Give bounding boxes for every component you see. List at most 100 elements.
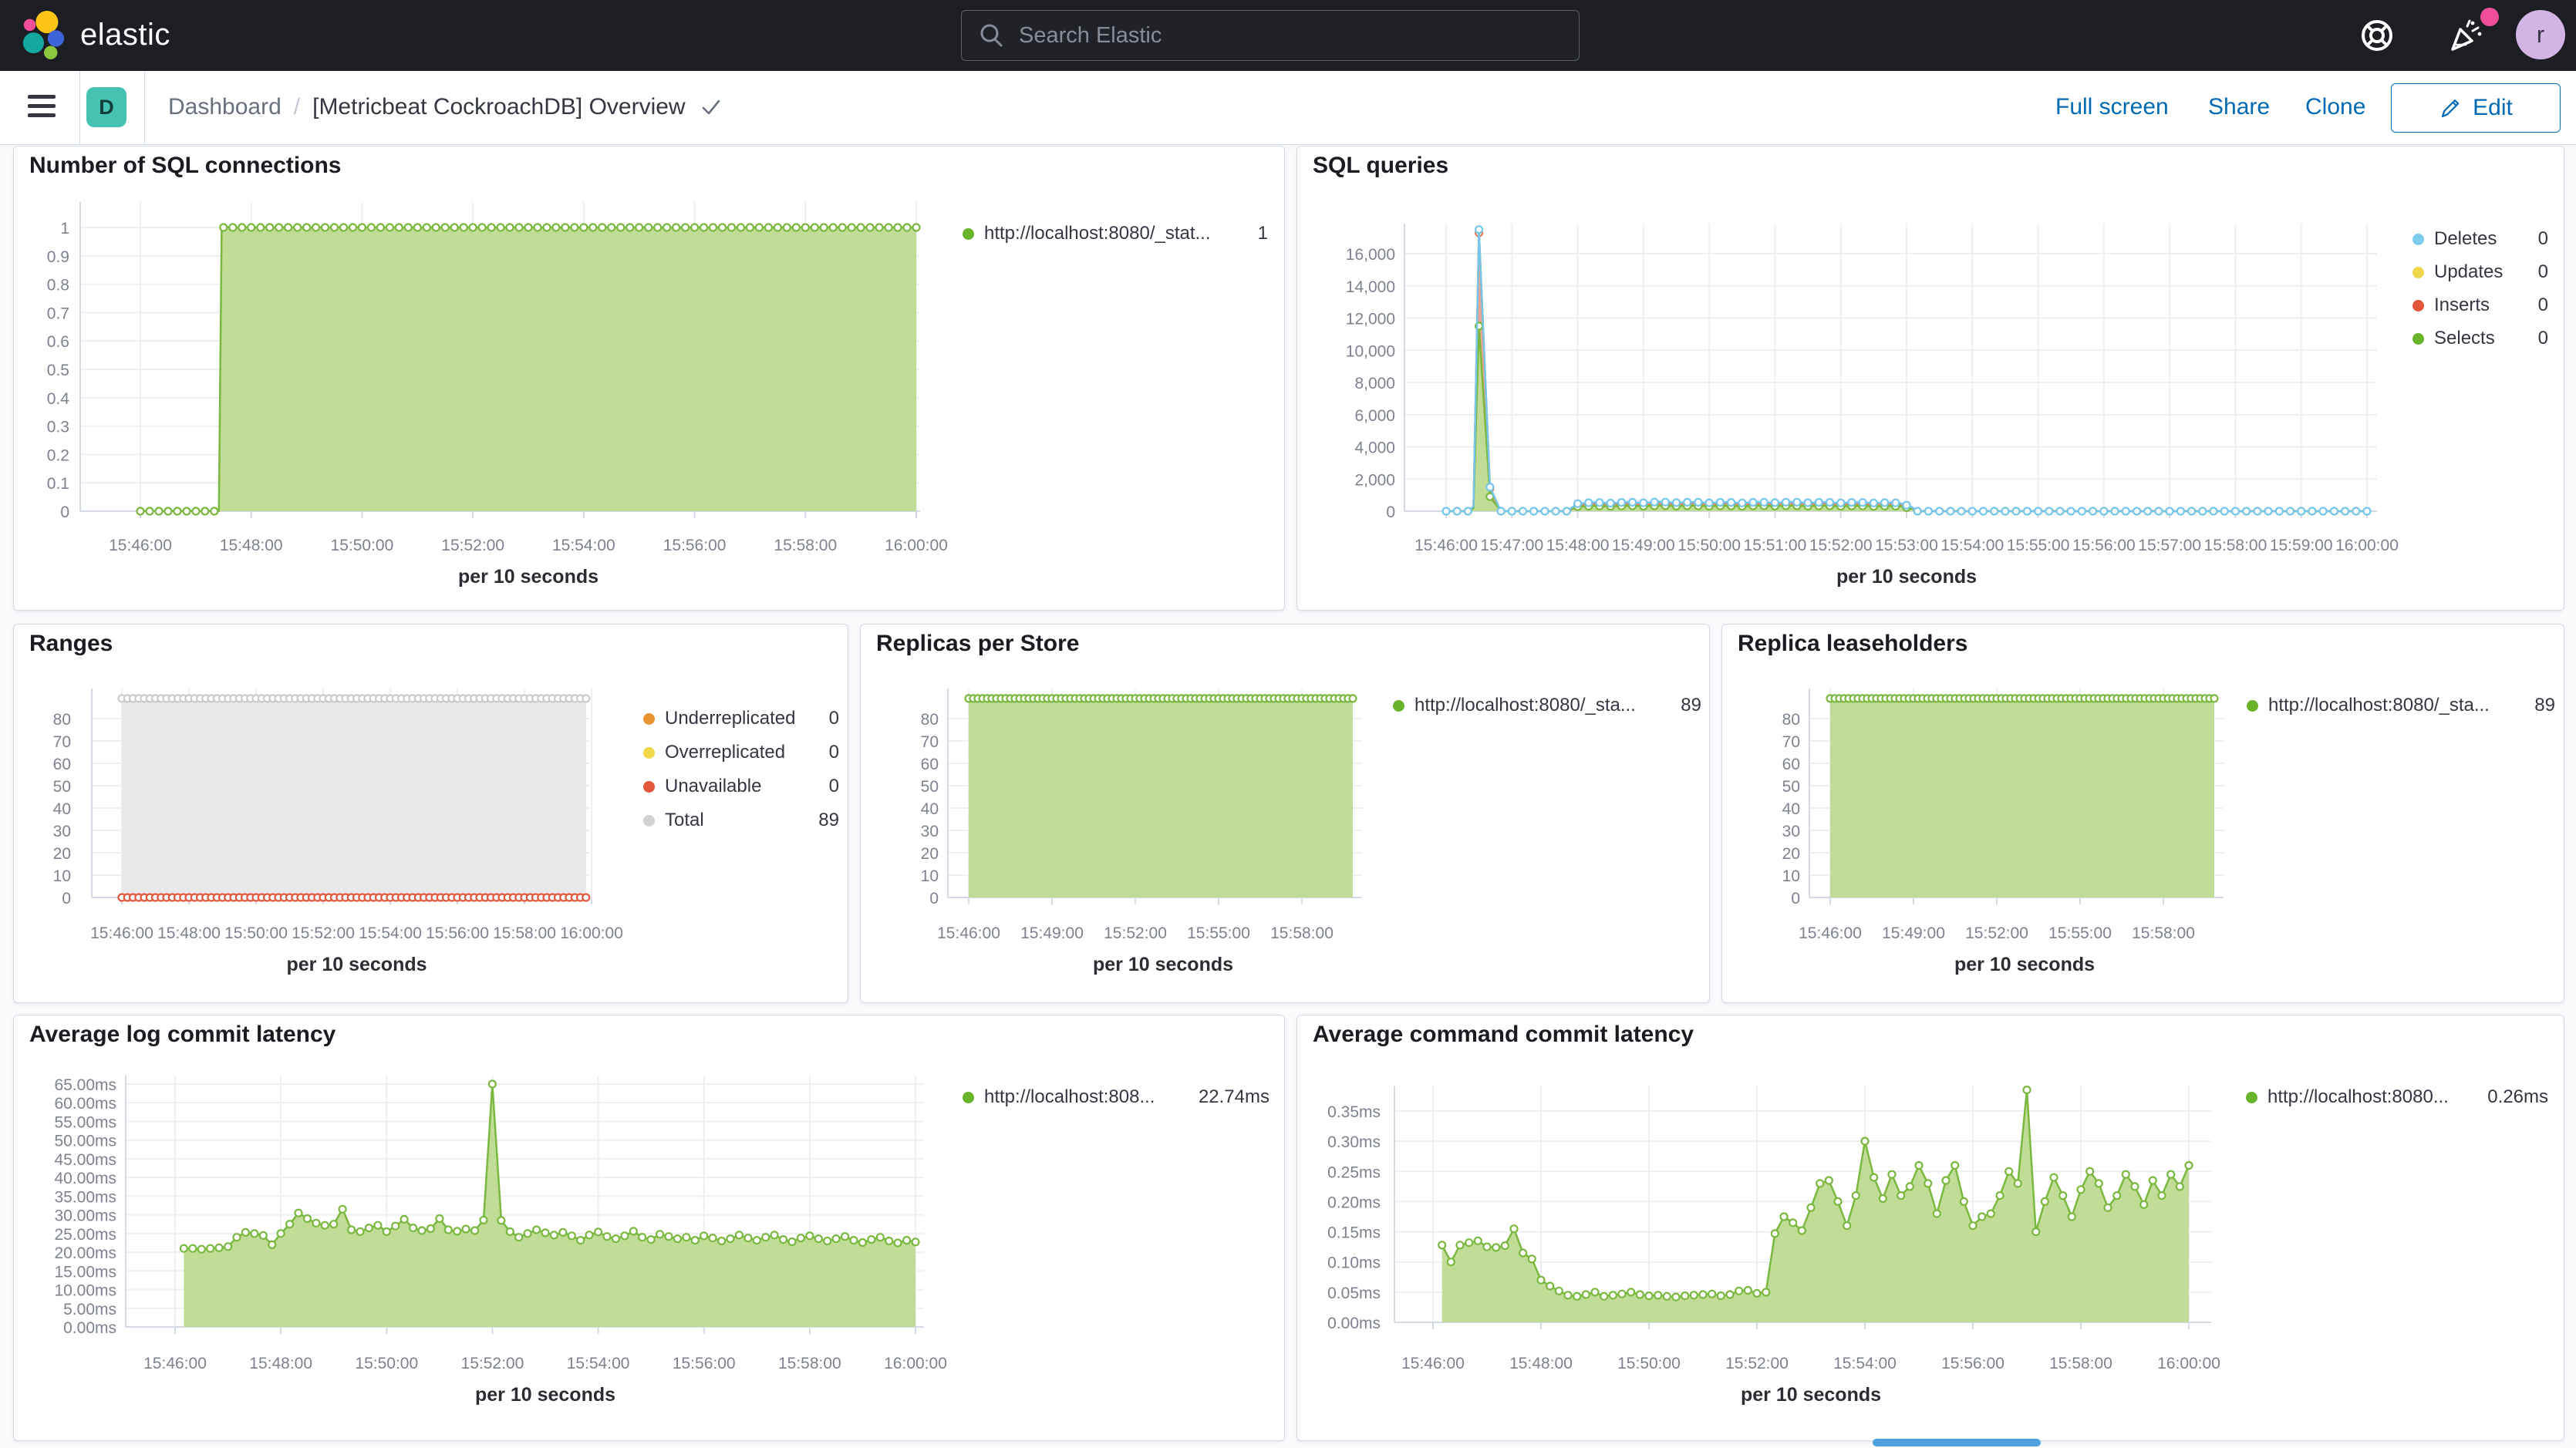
svg-text:15:49:00: 15:49:00 bbox=[1612, 537, 1675, 554]
legend-item-http-localhost-8080-sta[interactable]: http://localhost:8080/_sta...89 bbox=[1393, 695, 1701, 716]
edit-button[interactable]: Edit bbox=[2391, 83, 2561, 133]
svg-text:15:49:00: 15:49:00 bbox=[1020, 924, 1084, 942]
legend-item-http-localhost-8080-stat[interactable]: http://localhost:8080/_stat...1 bbox=[963, 223, 1268, 244]
svg-text:15:58:00: 15:58:00 bbox=[2204, 537, 2267, 554]
legend-label: Overreplicated bbox=[665, 742, 785, 763]
svg-text:0.00ms: 0.00ms bbox=[63, 1319, 116, 1337]
share-button[interactable]: Share bbox=[2208, 71, 2270, 143]
svg-text:60: 60 bbox=[53, 756, 71, 773]
svg-text:0.15ms: 0.15ms bbox=[1327, 1224, 1381, 1242]
svg-text:15:58:00: 15:58:00 bbox=[2132, 924, 2195, 942]
svg-text:0.5: 0.5 bbox=[47, 362, 69, 379]
svg-text:15:58:00: 15:58:00 bbox=[1270, 924, 1334, 942]
clone-button[interactable]: Clone bbox=[2305, 71, 2365, 143]
svg-text:15:48:00: 15:48:00 bbox=[249, 1355, 312, 1372]
panel-average-command-commit-latency: Average command commit latency 15:46:001… bbox=[1296, 1015, 2564, 1441]
svg-text:16:00:00: 16:00:00 bbox=[2335, 537, 2399, 554]
brand-name: elastic bbox=[80, 18, 170, 52]
svg-text:15:50:00: 15:50:00 bbox=[1617, 1355, 1681, 1372]
legend-item-total[interactable]: Total89 bbox=[643, 810, 839, 831]
svg-text:15:46:00: 15:46:00 bbox=[1414, 537, 1478, 554]
svg-text:60.00ms: 60.00ms bbox=[54, 1095, 116, 1113]
legend-dot bbox=[963, 228, 974, 240]
svg-text:15:52:00: 15:52:00 bbox=[1965, 924, 2028, 942]
svg-text:0.7: 0.7 bbox=[47, 305, 69, 322]
svg-text:15:58:00: 15:58:00 bbox=[493, 924, 556, 942]
legend-item-underreplicated[interactable]: Underreplicated0 bbox=[643, 708, 839, 729]
horizontal-scrollbar-thumb[interactable] bbox=[1873, 1439, 2041, 1446]
legend-item-overreplicated[interactable]: Overreplicated0 bbox=[643, 742, 839, 763]
svg-text:0.25ms: 0.25ms bbox=[1327, 1163, 1381, 1181]
svg-text:15:48:00: 15:48:00 bbox=[220, 537, 283, 554]
legend-label: Underreplicated bbox=[665, 708, 795, 729]
svg-text:50: 50 bbox=[921, 778, 939, 796]
svg-text:6,000: 6,000 bbox=[1354, 407, 1395, 425]
legend-item-deletes[interactable]: Deletes0 bbox=[2412, 228, 2548, 250]
user-avatar[interactable]: r bbox=[2516, 10, 2565, 59]
svg-text:per 10 seconds: per 10 seconds bbox=[1093, 954, 1233, 975]
legend-dot bbox=[2246, 1092, 2257, 1103]
svg-text:15:49:00: 15:49:00 bbox=[1882, 924, 1945, 942]
svg-text:15:50:00: 15:50:00 bbox=[224, 924, 288, 942]
svg-text:15:48:00: 15:48:00 bbox=[1509, 1355, 1573, 1372]
svg-text:0.2: 0.2 bbox=[47, 446, 69, 464]
avg-log-commit-latency-chart: 15:46:0015:48:0015:50:0015:52:0015:54:00… bbox=[14, 1015, 1284, 1440]
svg-text:15:56:00: 15:56:00 bbox=[2072, 537, 2136, 554]
legend-label: Updates bbox=[2434, 261, 2503, 283]
svg-text:15:52:00: 15:52:00 bbox=[1725, 1355, 1789, 1372]
svg-text:15:52:00: 15:52:00 bbox=[1809, 537, 1873, 554]
svg-text:15:54:00: 15:54:00 bbox=[552, 537, 615, 554]
notification-badge bbox=[2480, 8, 2499, 26]
legend-label: http://localhost:8080... bbox=[2267, 1086, 2449, 1108]
legend-item-http-localhost-8080[interactable]: http://localhost:8080...0.26ms bbox=[2246, 1086, 2548, 1108]
svg-text:70: 70 bbox=[921, 733, 939, 751]
legend-item-http-localhost-808[interactable]: http://localhost:808...22.74ms bbox=[963, 1086, 1269, 1108]
legend-value: 0 bbox=[821, 776, 839, 797]
help-icon[interactable] bbox=[2359, 17, 2396, 54]
svg-text:0.6: 0.6 bbox=[47, 333, 69, 351]
svg-text:0.4: 0.4 bbox=[47, 390, 70, 408]
global-search[interactable] bbox=[961, 10, 1580, 61]
sql-connections-chart: 15:46:0015:48:0015:50:0015:52:0015:54:00… bbox=[14, 146, 1284, 610]
svg-text:15:54:00: 15:54:00 bbox=[567, 1355, 630, 1372]
kibana-dashboard-page: elastic r bbox=[0, 0, 2576, 1448]
svg-text:per 10 seconds: per 10 seconds bbox=[458, 566, 598, 588]
legend-dot bbox=[2412, 300, 2424, 311]
search-icon bbox=[979, 22, 1005, 49]
legend-item-inserts[interactable]: Inserts0 bbox=[2412, 295, 2548, 316]
svg-text:per 10 seconds: per 10 seconds bbox=[475, 1384, 615, 1406]
news-feed-icon[interactable] bbox=[2446, 17, 2483, 54]
svg-text:0.10ms: 0.10ms bbox=[1327, 1254, 1381, 1272]
breadcrumb-dashboard[interactable]: Dashboard bbox=[168, 94, 282, 120]
legend-item-selects[interactable]: Selects0 bbox=[2412, 328, 2548, 349]
legend-item-http-localhost-8080-sta[interactable]: http://localhost:8080/_sta...89 bbox=[2247, 695, 2555, 716]
full-screen-button[interactable]: Full screen bbox=[2055, 71, 2169, 143]
legend-dot bbox=[643, 781, 655, 793]
svg-text:15:46:00: 15:46:00 bbox=[109, 537, 172, 554]
svg-text:35.00ms: 35.00ms bbox=[54, 1188, 116, 1206]
svg-text:16:00:00: 16:00:00 bbox=[884, 1355, 947, 1372]
svg-text:15:58:00: 15:58:00 bbox=[778, 1355, 841, 1372]
elastic-logo[interactable]: elastic bbox=[20, 9, 170, 60]
svg-text:0: 0 bbox=[1791, 890, 1800, 908]
legend-value: 22.74ms bbox=[1191, 1086, 1269, 1108]
legend-value: 0 bbox=[2530, 261, 2548, 283]
legend-item-updates[interactable]: Updates 0 bbox=[2412, 261, 2548, 283]
check-icon[interactable] bbox=[700, 96, 723, 119]
svg-text:0.00ms: 0.00ms bbox=[1327, 1315, 1381, 1332]
search-input[interactable] bbox=[1017, 22, 1579, 49]
svg-text:10.00ms: 10.00ms bbox=[54, 1282, 116, 1300]
svg-text:0: 0 bbox=[929, 890, 939, 908]
svg-text:16,000: 16,000 bbox=[1346, 246, 1395, 264]
svg-text:0.35ms: 0.35ms bbox=[1327, 1103, 1381, 1121]
svg-text:15:48:00: 15:48:00 bbox=[157, 924, 221, 942]
space-avatar[interactable]: D bbox=[86, 87, 126, 127]
breadcrumb: Dashboard / [Metricbeat CockroachDB] Ove… bbox=[168, 71, 723, 143]
menu-icon[interactable] bbox=[28, 89, 63, 125]
legend-item-unavailable[interactable]: Unavailable0 bbox=[643, 776, 839, 797]
svg-text:15:52:00: 15:52:00 bbox=[441, 537, 504, 554]
page-title: [Metricbeat CockroachDB] Overview bbox=[312, 94, 686, 120]
svg-text:15.00ms: 15.00ms bbox=[54, 1263, 116, 1281]
svg-text:15:56:00: 15:56:00 bbox=[1941, 1355, 2004, 1372]
global-header: elastic r bbox=[0, 0, 2576, 71]
